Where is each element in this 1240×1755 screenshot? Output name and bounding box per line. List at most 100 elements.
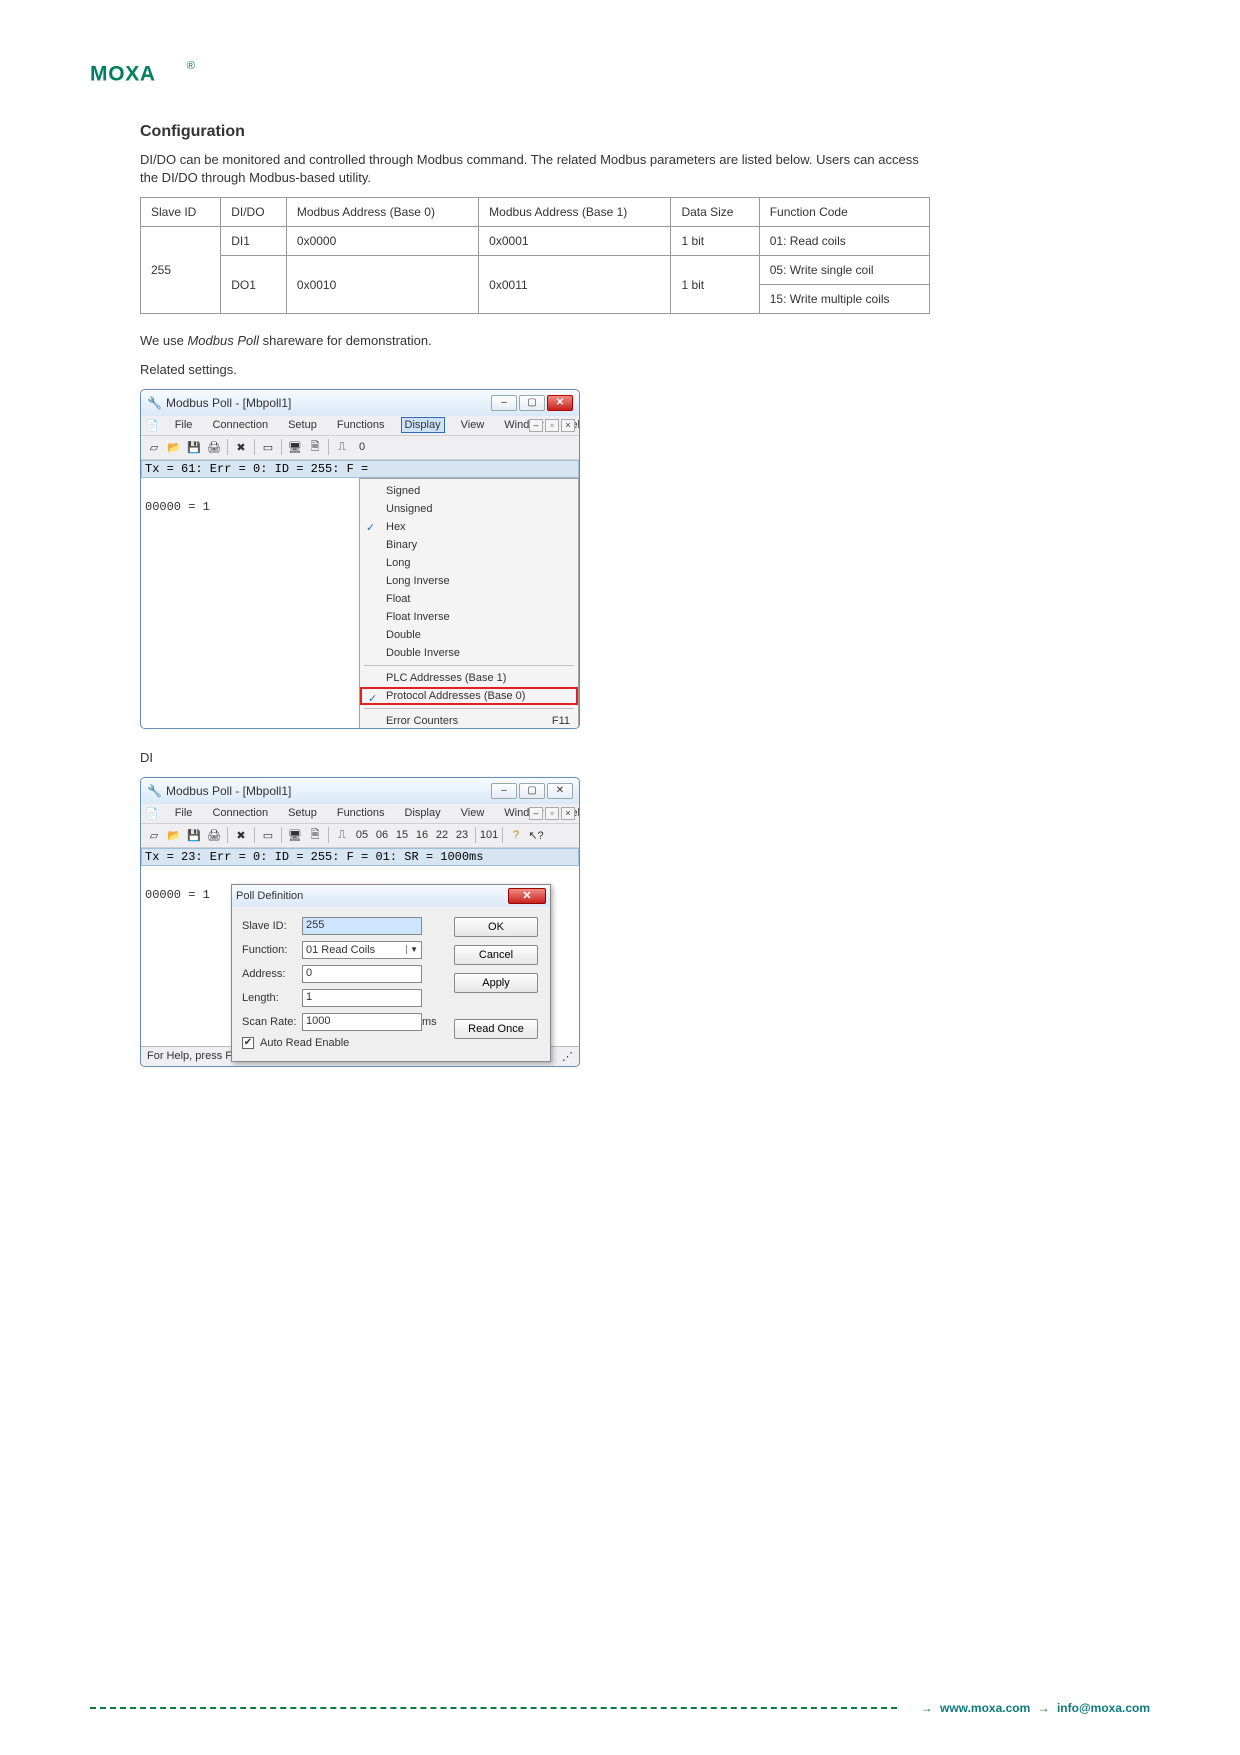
new-icon[interactable]: ▱ <box>145 826 163 844</box>
scan-rate-input[interactable]: 1000 <box>302 1013 422 1031</box>
mdi-close-button[interactable]: × <box>561 807 575 820</box>
apply-button[interactable]: Apply <box>454 973 538 993</box>
dd-long-inverse[interactable]: Long Inverse <box>360 572 578 590</box>
pulse-icon[interactable]: ⎍ <box>333 826 351 844</box>
length-label: Length: <box>242 992 302 1004</box>
fc-15[interactable]: 15 <box>393 826 411 844</box>
length-input[interactable]: 1 <box>302 989 422 1007</box>
zero-icon[interactable]: 0 <box>353 438 371 456</box>
save-icon[interactable]: 💾 <box>185 826 203 844</box>
menu-view[interactable]: View <box>457 805 489 821</box>
dd-error-counters[interactable]: Error CountersF11 <box>360 712 578 729</box>
dd-binary[interactable]: Binary <box>360 536 578 554</box>
cut-icon[interactable]: ✖ <box>232 826 250 844</box>
menu-connection[interactable]: Connection <box>208 805 272 821</box>
scan-rate-unit: ms <box>422 1016 442 1028</box>
pulse-icon[interactable]: ⎍ <box>333 438 351 456</box>
maximize-button[interactable]: ▢ <box>519 783 545 799</box>
fc-101[interactable]: 101 <box>480 826 498 844</box>
mdi-restore-button[interactable]: ▫ <box>545 807 559 820</box>
print-icon[interactable]: 🖨 <box>205 438 223 456</box>
col-size: Data Size <box>671 198 759 227</box>
minimize-button[interactable]: – <box>491 783 517 799</box>
save-icon[interactable]: 💾 <box>185 438 203 456</box>
close-button[interactable]: ✕ <box>547 395 573 411</box>
modbus-poll-window-poll-def: 🔧Modbus Poll - [Mbpoll1] – ▢ ✕ 📄 File Co… <box>140 777 580 1067</box>
doc-icon: 📄 <box>145 807 159 820</box>
dialog-titlebar[interactable]: Poll Definition ✕ <box>232 885 550 907</box>
dd-float-inverse[interactable]: Float Inverse <box>360 608 578 626</box>
dd-hex[interactable]: ✓Hex <box>360 518 578 536</box>
doc2-icon[interactable]: 🗎 <box>306 438 324 456</box>
fc-05[interactable]: 05 <box>353 826 371 844</box>
cut-icon[interactable]: ✖ <box>232 438 250 456</box>
doc2-icon[interactable]: 🗎 <box>306 826 324 844</box>
minimize-button[interactable]: – <box>491 395 517 411</box>
dd-float[interactable]: Float <box>360 590 578 608</box>
page-heading: Configuration <box>140 123 930 141</box>
whats-this-icon[interactable]: ↖? <box>527 826 545 844</box>
menu-setup[interactable]: Setup <box>284 417 321 433</box>
table-row: 255 DI1 0x0000 0x0001 1 bit 01: Read coi… <box>141 227 930 256</box>
resize-grip-icon[interactable]: ⋰ <box>562 1050 573 1063</box>
menu-view[interactable]: View <box>457 417 489 433</box>
maximize-button[interactable]: ▢ <box>519 395 545 411</box>
window-title: Modbus Poll - [Mbpoll1] <box>166 396 291 410</box>
open-icon[interactable]: 📂 <box>165 826 183 844</box>
mdi-minimize-button[interactable]: – <box>529 807 543 820</box>
menu-functions[interactable]: Functions <box>333 805 389 821</box>
window-titlebar[interactable]: 🔧 Modbus Poll - [Mbpoll1] – ▢ ✕ <box>141 390 579 416</box>
function-label: Function: <box>242 944 302 956</box>
menu-setup[interactable]: Setup <box>284 805 321 821</box>
cancel-button[interactable]: Cancel <box>454 945 538 965</box>
mdi-restore-button[interactable]: ▫ <box>545 419 559 432</box>
menu-file[interactable]: File <box>171 805 197 821</box>
read-once-button[interactable]: Read Once <box>454 1019 538 1039</box>
help-icon[interactable]: ? <box>507 826 525 844</box>
ok-button[interactable]: OK <box>454 917 538 937</box>
col-fc: Function Code <box>759 198 929 227</box>
dd-long[interactable]: Long <box>360 554 578 572</box>
menu-file[interactable]: File <box>171 417 197 433</box>
slave-id-input[interactable]: 255 <box>302 917 422 935</box>
dd-protocol-addr[interactable]: ✓Protocol Addresses (Base 0) <box>360 687 578 705</box>
app-icon: 🔧 <box>147 396 162 410</box>
address-label: Address: <box>242 968 302 980</box>
check-icon: ✓ <box>368 692 377 705</box>
poll-definition-dialog: Poll Definition ✕ Slave ID: 255 Function… <box>231 884 551 1062</box>
mdi-minimize-button[interactable]: – <box>529 419 543 432</box>
fc-22[interactable]: 22 <box>433 826 451 844</box>
check-icon: ✓ <box>366 521 375 534</box>
close-button[interactable]: ✕ <box>547 783 573 799</box>
monitor-icon[interactable]: 🖥 <box>286 826 304 844</box>
fc-16[interactable]: 16 <box>413 826 431 844</box>
mdi-close-button[interactable]: × <box>561 419 575 432</box>
fc-06[interactable]: 06 <box>373 826 391 844</box>
fc-23[interactable]: 23 <box>453 826 471 844</box>
copy-icon[interactable]: ▭ <box>259 826 277 844</box>
dialog-close-button[interactable]: ✕ <box>508 888 546 904</box>
footer-email: info@moxa.com <box>1057 1701 1150 1715</box>
address-input[interactable]: 0 <box>302 965 422 983</box>
function-select[interactable]: 01 Read Coils▼ <box>302 941 422 959</box>
menu-connection[interactable]: Connection <box>208 417 272 433</box>
dd-double[interactable]: Double <box>360 626 578 644</box>
arrow-icon: → <box>921 1701 933 1715</box>
dd-double-inverse[interactable]: Double Inverse <box>360 644 578 662</box>
dd-signed[interactable]: Signed <box>360 482 578 500</box>
open-icon[interactable]: 📂 <box>165 438 183 456</box>
print-icon[interactable]: 🖨 <box>205 826 223 844</box>
col-b1: Modbus Address (Base 1) <box>479 198 671 227</box>
window-titlebar[interactable]: 🔧Modbus Poll - [Mbpoll1] – ▢ ✕ <box>141 778 579 804</box>
menu-functions[interactable]: Functions <box>333 417 389 433</box>
menu-display[interactable]: Display <box>401 805 445 821</box>
dd-plc-addr[interactable]: PLC Addresses (Base 1) <box>360 669 578 687</box>
auto-read-checkbox[interactable]: ✔ <box>242 1037 254 1049</box>
monitor-icon[interactable]: 🖥 <box>286 438 304 456</box>
new-icon[interactable]: ▱ <box>145 438 163 456</box>
dd-unsigned[interactable]: Unsigned <box>360 500 578 518</box>
col-dido: DI/DO <box>221 198 287 227</box>
scan-rate-label: Scan Rate: <box>242 1016 302 1028</box>
copy-icon[interactable]: ▭ <box>259 438 277 456</box>
menu-display[interactable]: Display <box>401 417 445 433</box>
